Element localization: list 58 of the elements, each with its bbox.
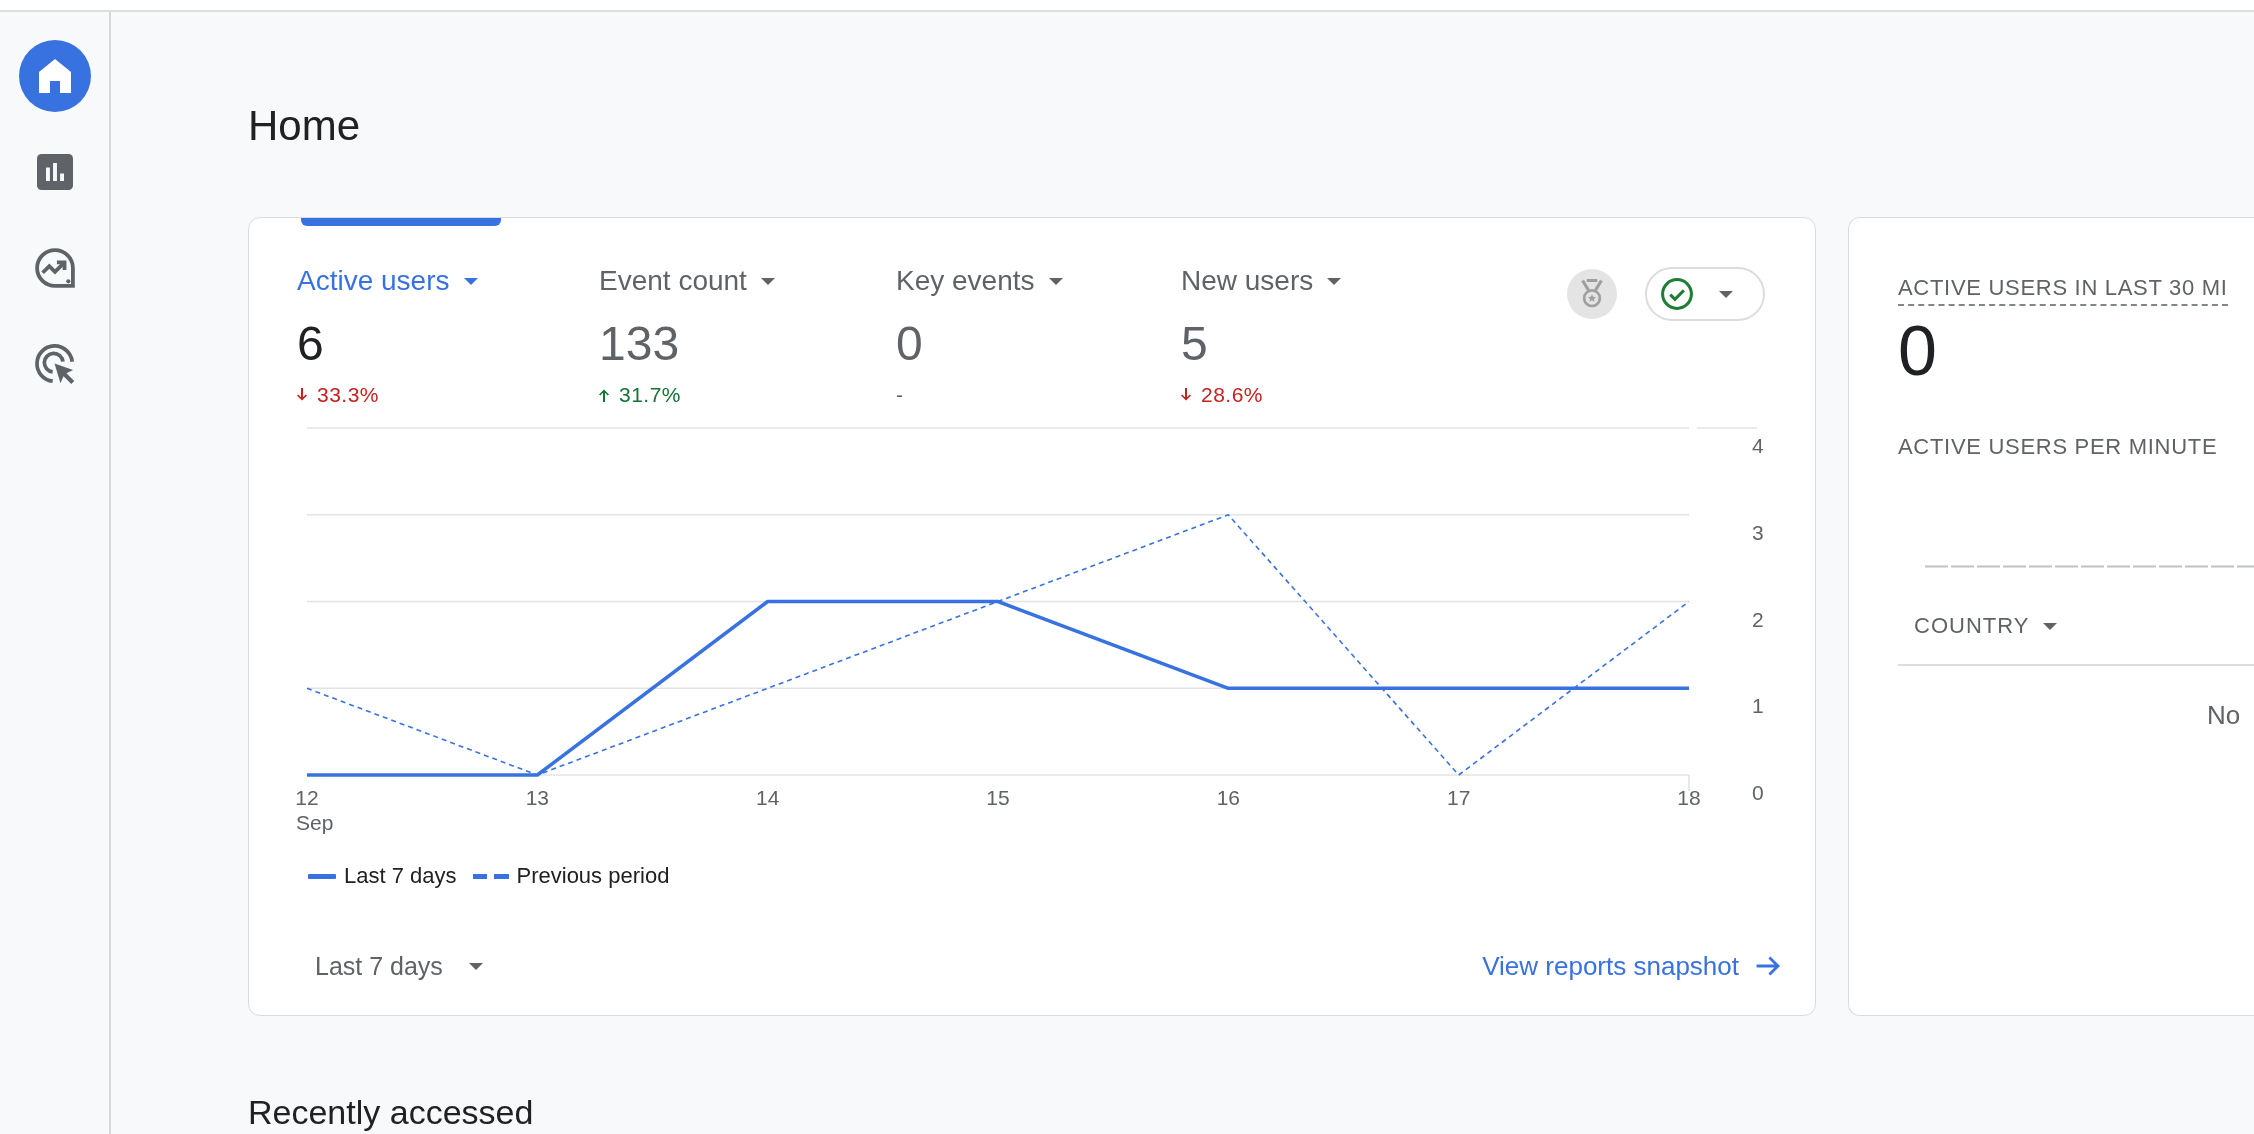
date-range-dropdown[interactable]: Last 7 days — [303, 944, 495, 988]
metric-dropdown[interactable]: Active users — [297, 264, 478, 298]
legend-label: Last 7 days — [344, 864, 457, 888]
y-axis-label: 2 — [1752, 607, 1764, 631]
metric-change: 31.7% — [619, 382, 682, 408]
nav-item[interactable] — [36, 154, 73, 190]
arrow-up-icon — [599, 388, 609, 402]
x-axis-label: 17 — [1447, 786, 1471, 809]
metric-change: 33.3% — [317, 382, 380, 408]
caret-icon — [1327, 277, 1342, 285]
nav-item[interactable] — [34, 248, 75, 288]
metric-dropdown[interactable]: Key events — [896, 264, 1063, 298]
bar-chart-icon — [36, 154, 73, 190]
no-data-message: No — [2207, 700, 2241, 730]
x-axis-label: 15 — [986, 786, 1010, 809]
check-circle-icon — [1661, 278, 1693, 310]
y-axis-label: 3 — [1752, 520, 1764, 544]
caret-icon — [1048, 277, 1063, 285]
nav-item[interactable] — [34, 344, 75, 384]
metric-change: - — [896, 382, 904, 408]
metric-dropdown[interactable]: Event count — [599, 264, 775, 298]
caret-icon — [1719, 290, 1733, 298]
metric-value: 5 — [1181, 316, 1208, 372]
metric-value: 133 — [599, 316, 680, 372]
x-axis-label: 18 — [1677, 786, 1701, 809]
caret-icon — [468, 962, 483, 970]
home-icon — [38, 59, 71, 93]
caret-icon — [760, 277, 775, 285]
target-cursor-icon — [34, 344, 75, 384]
status-dropdown[interactable] — [1645, 267, 1765, 321]
caret-icon — [463, 277, 478, 285]
realtime-users-value: 0 — [1898, 314, 1938, 388]
legend-label: Previous period — [516, 864, 670, 888]
caret-icon — [2043, 622, 2058, 630]
dashed-line-icon — [472, 873, 509, 879]
metric-value: 6 — [297, 316, 324, 372]
x-axis-label: 12 — [295, 786, 319, 809]
x-axis-label: 16 — [1216, 786, 1240, 809]
page-title: Home — [248, 101, 361, 151]
country-dropdown[interactable]: COUNTRY — [1898, 608, 2074, 644]
view-reports-link[interactable]: View reports snapshot — [1476, 944, 1787, 988]
arrow-right-icon — [1755, 956, 1781, 976]
metric-value: 0 — [896, 316, 923, 372]
per-minute-heading: ACTIVE USERS PER MINUTE — [1898, 433, 2219, 461]
y-axis-label: 4 — [1752, 434, 1764, 457]
arrow-down-icon — [297, 388, 307, 402]
medal-icon[interactable] — [1567, 269, 1617, 319]
y-axis-label: 1 — [1752, 694, 1764, 718]
trend-chart-icon — [34, 248, 75, 288]
metric-dropdown[interactable]: New users — [1181, 264, 1342, 298]
month-label: Sep — [296, 811, 334, 834]
section-heading: Recently accessed — [248, 1092, 534, 1132]
x-axis-label: 14 — [756, 786, 780, 809]
metric-change: 28.6% — [1201, 382, 1264, 408]
arrow-down-icon — [1181, 388, 1191, 402]
y-axis-label: 0 — [1752, 781, 1764, 804]
realtime-users-label: ACTIVE USERS IN LAST 30 MI — [1898, 274, 2228, 306]
x-axis-label: 13 — [525, 786, 549, 809]
